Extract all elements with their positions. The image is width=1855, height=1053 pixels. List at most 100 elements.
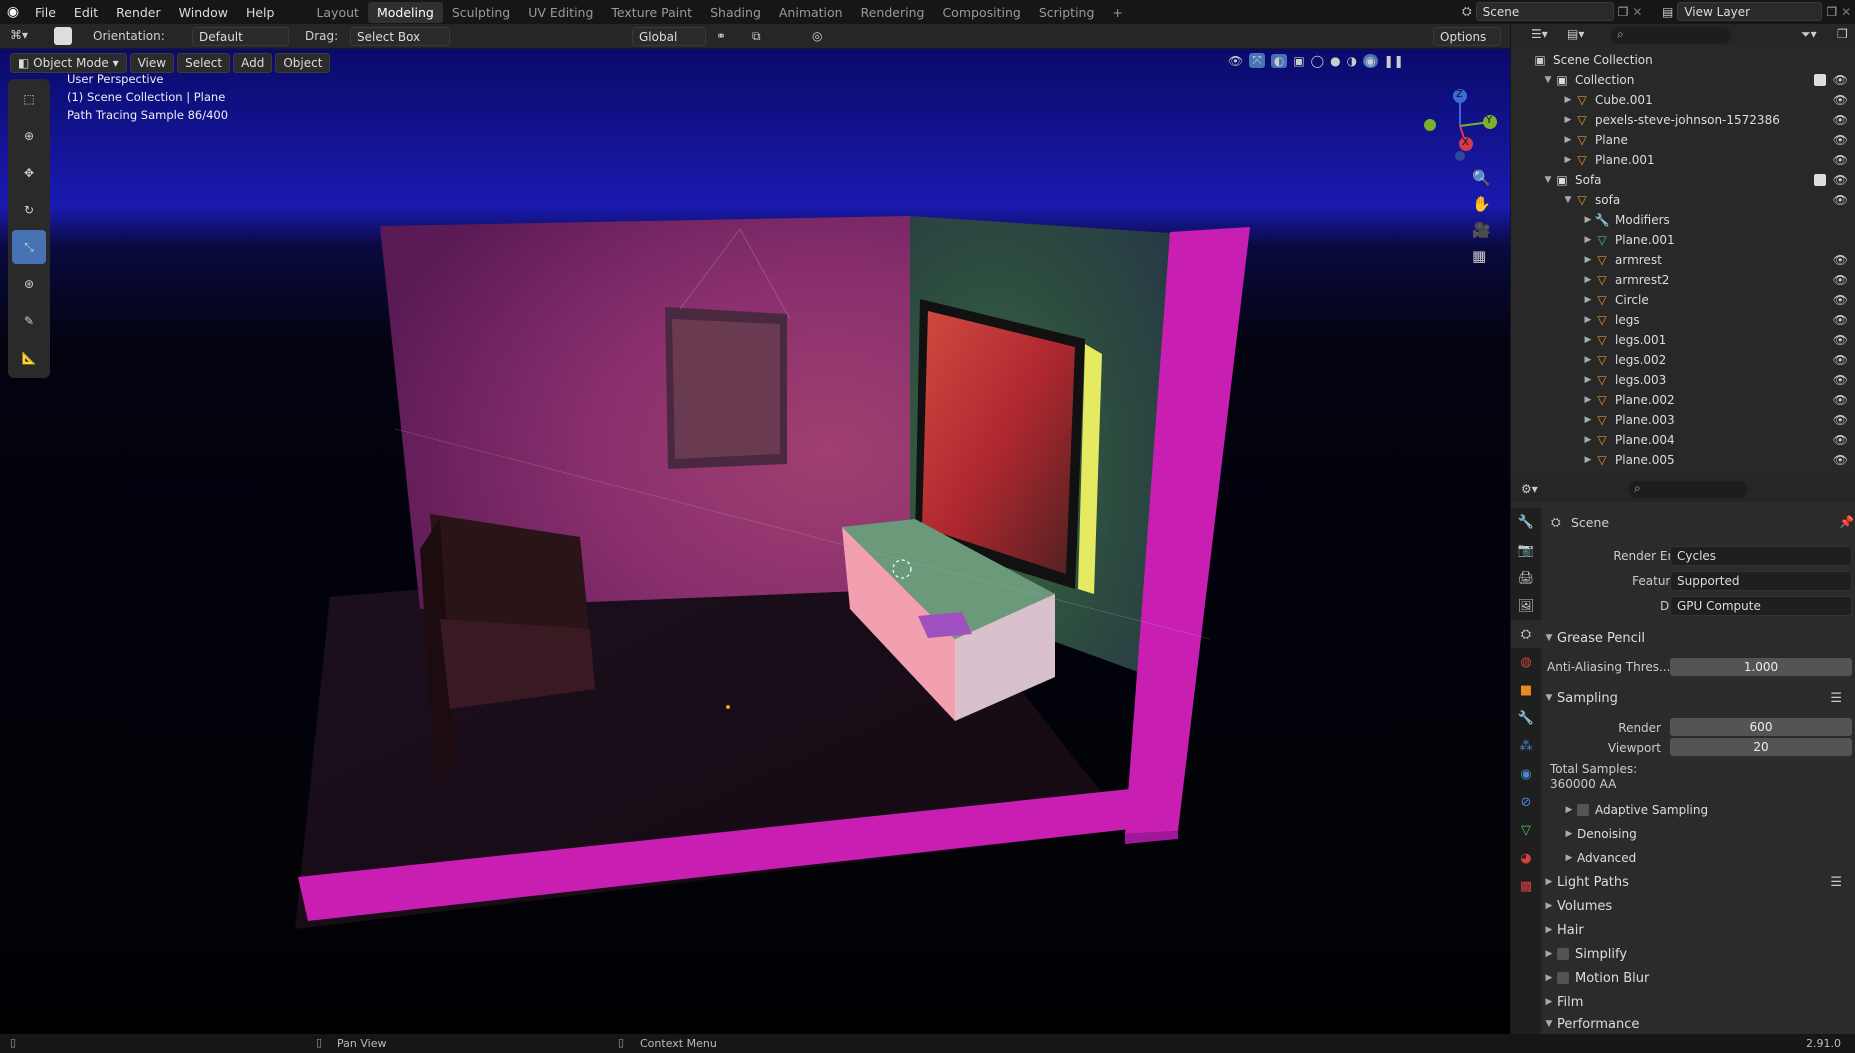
menu-help[interactable]: Help bbox=[237, 5, 284, 20]
options-dropdown[interactable]: Options bbox=[1433, 27, 1501, 46]
texture-tab-icon[interactable]: ▩ bbox=[1511, 872, 1541, 900]
outliner-row[interactable]: ▶ ▽ Plane.003 👁 bbox=[1511, 410, 1855, 430]
move-tool[interactable]: ✥ bbox=[12, 156, 46, 190]
outliner-row[interactable]: ▶ ▽ Cube.001 👁 bbox=[1511, 90, 1855, 110]
visibility-eye-icon[interactable]: 👁 bbox=[1833, 373, 1848, 387]
scene-tab-icon[interactable]: ⛭ bbox=[1511, 620, 1541, 648]
orientation-dropdown[interactable]: Default bbox=[192, 27, 289, 46]
outliner-row[interactable]: ▼ ▣ Collection 👁 bbox=[1511, 70, 1855, 90]
disclosure-triangle-icon[interactable]: ▶ bbox=[1583, 335, 1593, 345]
volumes-section[interactable]: ▶ Volumes bbox=[1541, 894, 1855, 918]
new-collection-icon[interactable]: ❐ bbox=[1837, 27, 1848, 41]
visibility-eye-icon[interactable]: 👁 bbox=[1833, 313, 1848, 327]
tool-tab-icon[interactable]: 🔧 bbox=[1511, 508, 1541, 536]
annotate-tool[interactable]: ✎ bbox=[12, 304, 46, 338]
tab-animation[interactable]: Animation bbox=[770, 2, 852, 23]
visibility-eye-icon[interactable]: 👁 bbox=[1833, 73, 1848, 87]
add-menu[interactable]: Add bbox=[233, 53, 273, 73]
feature-set-dropdown[interactable]: Supported bbox=[1670, 571, 1852, 591]
disclosure-triangle-icon[interactable]: ▶ bbox=[1583, 275, 1593, 285]
proportional-edit-icon[interactable]: ◎ bbox=[812, 29, 822, 43]
close-scene-icon[interactable]: ✕ bbox=[1632, 5, 1642, 19]
simplify-checkbox[interactable] bbox=[1557, 948, 1569, 960]
visibility-eye-icon[interactable]: 👁 bbox=[1833, 293, 1848, 307]
wireframe-shading-icon[interactable]: ◯ bbox=[1311, 54, 1324, 68]
outliner-row[interactable]: ▶ 🔧 Modifiers bbox=[1511, 210, 1855, 230]
editor-type-icon[interactable]: ⌘▾ bbox=[10, 28, 28, 42]
disclosure-triangle-icon[interactable]: ▶ bbox=[1583, 255, 1593, 265]
visibility-eye-icon[interactable]: 👁 bbox=[1833, 453, 1848, 467]
physics-tab-icon[interactable]: ◉ bbox=[1511, 760, 1541, 788]
outliner-row[interactable]: ▶ ▽ legs.003 👁 bbox=[1511, 370, 1855, 390]
properties-editor-icon[interactable]: ⚙▾ bbox=[1521, 482, 1538, 496]
adaptive-sampling-checkbox[interactable] bbox=[1577, 804, 1589, 816]
data-tab-icon[interactable]: ▽ bbox=[1511, 816, 1541, 844]
rendered-shading-icon[interactable]: ◉ bbox=[1363, 53, 1378, 68]
solid-shading-icon[interactable]: ● bbox=[1330, 54, 1340, 68]
outliner-editor-icon[interactable]: ☰▾ bbox=[1531, 27, 1548, 41]
disclosure-triangle-icon[interactable]: ▶ bbox=[1583, 315, 1593, 325]
hair-section[interactable]: ▶ Hair bbox=[1541, 918, 1855, 942]
device-dropdown[interactable]: GPU Compute bbox=[1670, 596, 1852, 616]
navigation-gizmo[interactable]: Z Y X bbox=[1420, 84, 1500, 164]
world-tab-icon[interactable]: ◍ bbox=[1511, 648, 1541, 676]
rotate-tool[interactable]: ↻ bbox=[12, 193, 46, 227]
disclosure-triangle-icon[interactable]: ▶ bbox=[1583, 295, 1593, 305]
disclosure-triangle-icon[interactable]: ▶ bbox=[1583, 455, 1593, 465]
tab-compositing[interactable]: Compositing bbox=[933, 2, 1029, 23]
object-tab-icon[interactable]: ■ bbox=[1511, 676, 1541, 704]
disclosure-triangle-icon[interactable]: ▶ bbox=[1583, 215, 1593, 225]
modifier-tab-icon[interactable]: 🔧 bbox=[1511, 704, 1541, 732]
outliner-row[interactable]: ▶ ▽ legs.001 👁 bbox=[1511, 330, 1855, 350]
overlay-toggle-icon[interactable]: ◐ bbox=[1270, 53, 1288, 68]
visibility-eye-icon[interactable]: 👁 bbox=[1833, 433, 1848, 447]
outliner-row[interactable]: ▶ ▽ Plane.002 👁 bbox=[1511, 390, 1855, 410]
disclosure-triangle-icon[interactable]: ▶ bbox=[1563, 135, 1573, 145]
render-engine-dropdown[interactable]: Cycles bbox=[1670, 546, 1852, 566]
display-mode-icon[interactable]: ▤▾ bbox=[1567, 27, 1584, 41]
disclosure-triangle-icon[interactable]: ▶ bbox=[1583, 395, 1593, 405]
particles-tab-icon[interactable]: ⁂ bbox=[1511, 732, 1541, 760]
simplify-section[interactable]: ▶ Simplify bbox=[1541, 942, 1855, 966]
performance-section[interactable]: ▼ Performance bbox=[1541, 1012, 1855, 1036]
visibility-eye-icon[interactable]: 👁 bbox=[1833, 133, 1848, 147]
viewport-samples-field[interactable]: 20 bbox=[1670, 738, 1852, 756]
denoising-subsection[interactable]: ▶ Denoising bbox=[1561, 822, 1855, 846]
scale-tool[interactable]: ⤡ bbox=[12, 230, 46, 264]
tab-rendering[interactable]: Rendering bbox=[852, 2, 934, 23]
outliner-row[interactable]: ▶ ▽ pexels-steve-johnson-1572386 👁 bbox=[1511, 110, 1855, 130]
filter-icon[interactable]: ⏷▾ bbox=[1801, 27, 1817, 42]
view-layer-tab-icon[interactable]: 🖼 bbox=[1511, 592, 1541, 620]
material-shading-icon[interactable]: ◑ bbox=[1347, 54, 1357, 68]
pause-render-icon[interactable]: ❚❚ bbox=[1384, 54, 1404, 68]
visibility-eye-icon[interactable]: 👁 bbox=[1833, 253, 1848, 267]
advanced-subsection[interactable]: ▶ Advanced bbox=[1561, 846, 1855, 870]
aa-threshold-field[interactable]: 1.000 bbox=[1670, 658, 1852, 676]
outliner-row[interactable]: ▼ ▽ sofa 👁 bbox=[1511, 190, 1855, 210]
grease-pencil-section[interactable]: ▼ Grease Pencil bbox=[1541, 626, 1855, 650]
outliner-row[interactable]: ▶ ▽ Plane.001 bbox=[1511, 230, 1855, 250]
gizmo-toggle-icon[interactable]: ⤧ bbox=[1249, 53, 1265, 68]
select-box-tool[interactable]: ⬚ bbox=[12, 82, 46, 116]
outliner-root[interactable]: ▣ Scene Collection bbox=[1511, 50, 1855, 70]
light-paths-section[interactable]: ▶ Light Paths ☰ bbox=[1541, 870, 1855, 894]
blender-logo-icon[interactable]: ◉ bbox=[0, 4, 26, 20]
visibility-eye-icon[interactable]: 👁 bbox=[1833, 273, 1848, 287]
outliner-row[interactable]: ▶ ▽ armrest2 👁 bbox=[1511, 270, 1855, 290]
zoom-icon[interactable]: 🔍 bbox=[1472, 169, 1491, 187]
transform-tool[interactable]: ⊛ bbox=[12, 267, 46, 301]
view-layer-selector[interactable]: View Layer bbox=[1677, 2, 1823, 21]
outliner-row[interactable]: ▶ ▽ legs.002 👁 bbox=[1511, 350, 1855, 370]
xray-icon[interactable]: ▣ bbox=[1293, 54, 1304, 68]
visibility-icon[interactable]: 👁 bbox=[1228, 54, 1243, 68]
tab-uv-editing[interactable]: UV Editing bbox=[519, 2, 602, 23]
pin-icon[interactable]: 📌 bbox=[1839, 515, 1854, 529]
tab-sculpting[interactable]: Sculpting bbox=[443, 2, 519, 23]
pan-hand-icon[interactable]: ✋ bbox=[1472, 195, 1491, 213]
scale-tool-settings-icon[interactable] bbox=[54, 27, 72, 45]
film-section[interactable]: ▶ Film bbox=[1541, 990, 1855, 1014]
exclude-checkbox[interactable] bbox=[1814, 174, 1826, 186]
visibility-eye-icon[interactable]: 👁 bbox=[1833, 153, 1848, 167]
tab-scripting[interactable]: Scripting bbox=[1030, 2, 1104, 23]
menu-window[interactable]: Window bbox=[170, 5, 237, 20]
